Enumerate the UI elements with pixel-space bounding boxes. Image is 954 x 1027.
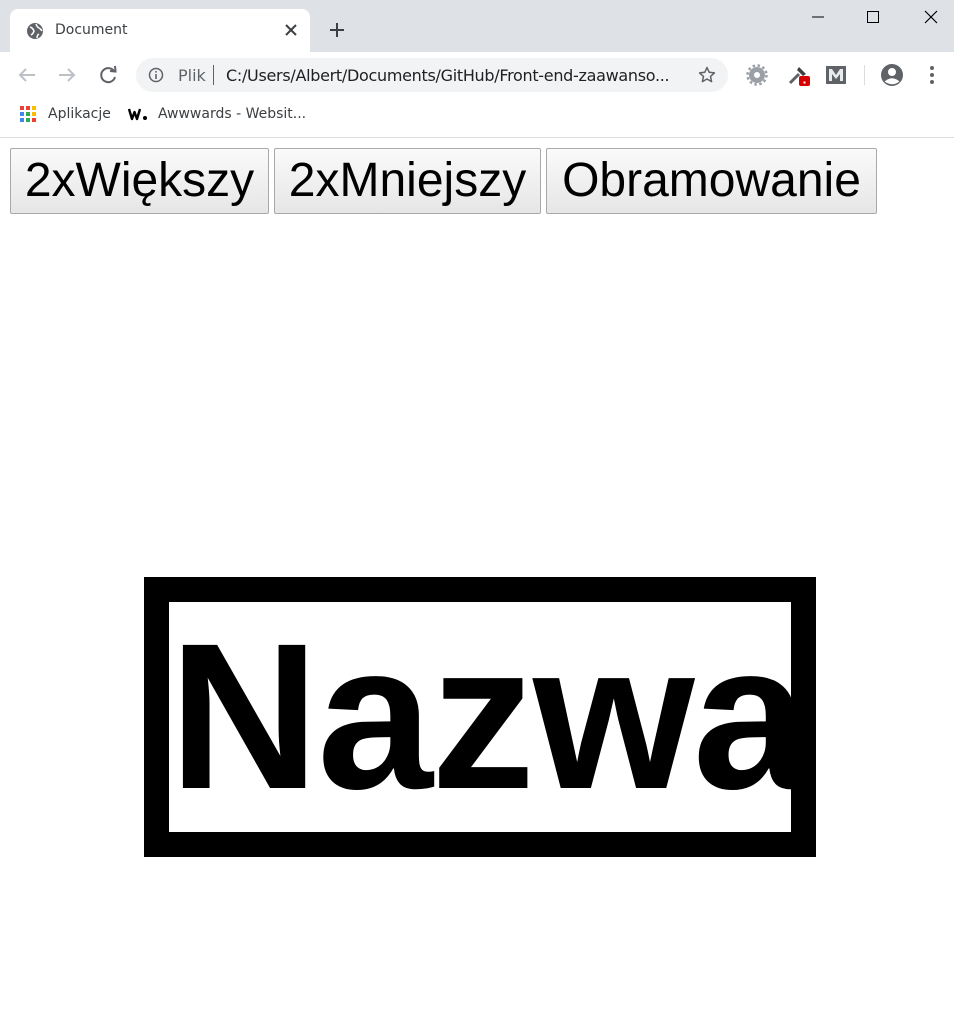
m-logo-icon[interactable] bbox=[824, 63, 848, 87]
profile-avatar-icon[interactable] bbox=[880, 63, 904, 87]
tab-strip: Document bbox=[0, 0, 954, 52]
browser-tab[interactable]: Document bbox=[10, 9, 310, 52]
browser-toolbar: Plik C:/Users/Albert/Documents/GitHub/Fr… bbox=[0, 52, 954, 98]
bookmark-awwwards-label: Awwwards - Websit... bbox=[158, 106, 307, 122]
reload-icon[interactable] bbox=[96, 63, 120, 87]
border-button[interactable]: Obramowanie bbox=[546, 148, 877, 214]
forward-arrow-icon[interactable] bbox=[55, 63, 79, 87]
scheme-separator bbox=[213, 65, 214, 85]
name-text: Nazwa bbox=[169, 601, 808, 833]
bookmarks-bar: Aplikacje Awwwards - Websit... bbox=[0, 98, 954, 138]
eyedropper-icon[interactable] bbox=[786, 63, 810, 87]
close-window-icon[interactable] bbox=[908, 0, 954, 34]
name-box: Nazwa bbox=[144, 577, 816, 857]
maximize-window-icon[interactable] bbox=[850, 0, 896, 34]
bookmark-star-icon[interactable] bbox=[698, 66, 716, 84]
awwwards-icon bbox=[128, 108, 147, 121]
back-arrow-icon[interactable] bbox=[15, 63, 39, 87]
scheme-label: Plik bbox=[178, 66, 206, 85]
bookmark-apps-label: Aplikacje bbox=[48, 106, 111, 122]
apps-grid-icon bbox=[20, 106, 36, 122]
close-tab-icon[interactable] bbox=[284, 23, 298, 37]
minimize-window-icon[interactable] bbox=[795, 0, 841, 34]
half-size-button[interactable]: 2xMniejszy bbox=[274, 148, 541, 214]
settings-gear-icon[interactable] bbox=[745, 63, 769, 87]
address-bar[interactable]: Plik C:/Users/Albert/Documents/GitHub/Fr… bbox=[136, 58, 728, 92]
new-tab-plus-icon[interactable] bbox=[327, 20, 347, 40]
tab-title: Document bbox=[55, 22, 128, 38]
double-size-button[interactable]: 2xWiększy bbox=[10, 148, 269, 214]
bookmark-awwwards[interactable]: Awwwards - Websit... bbox=[128, 106, 308, 126]
bookmark-apps[interactable]: Aplikacje bbox=[20, 106, 120, 126]
url-text[interactable]: C:/Users/Albert/Documents/GitHub/Front-e… bbox=[226, 66, 686, 85]
toolbar-divider bbox=[864, 65, 865, 85]
menu-kebab-icon[interactable] bbox=[920, 63, 944, 87]
globe-icon bbox=[27, 23, 43, 39]
site-info-icon[interactable] bbox=[148, 67, 164, 83]
